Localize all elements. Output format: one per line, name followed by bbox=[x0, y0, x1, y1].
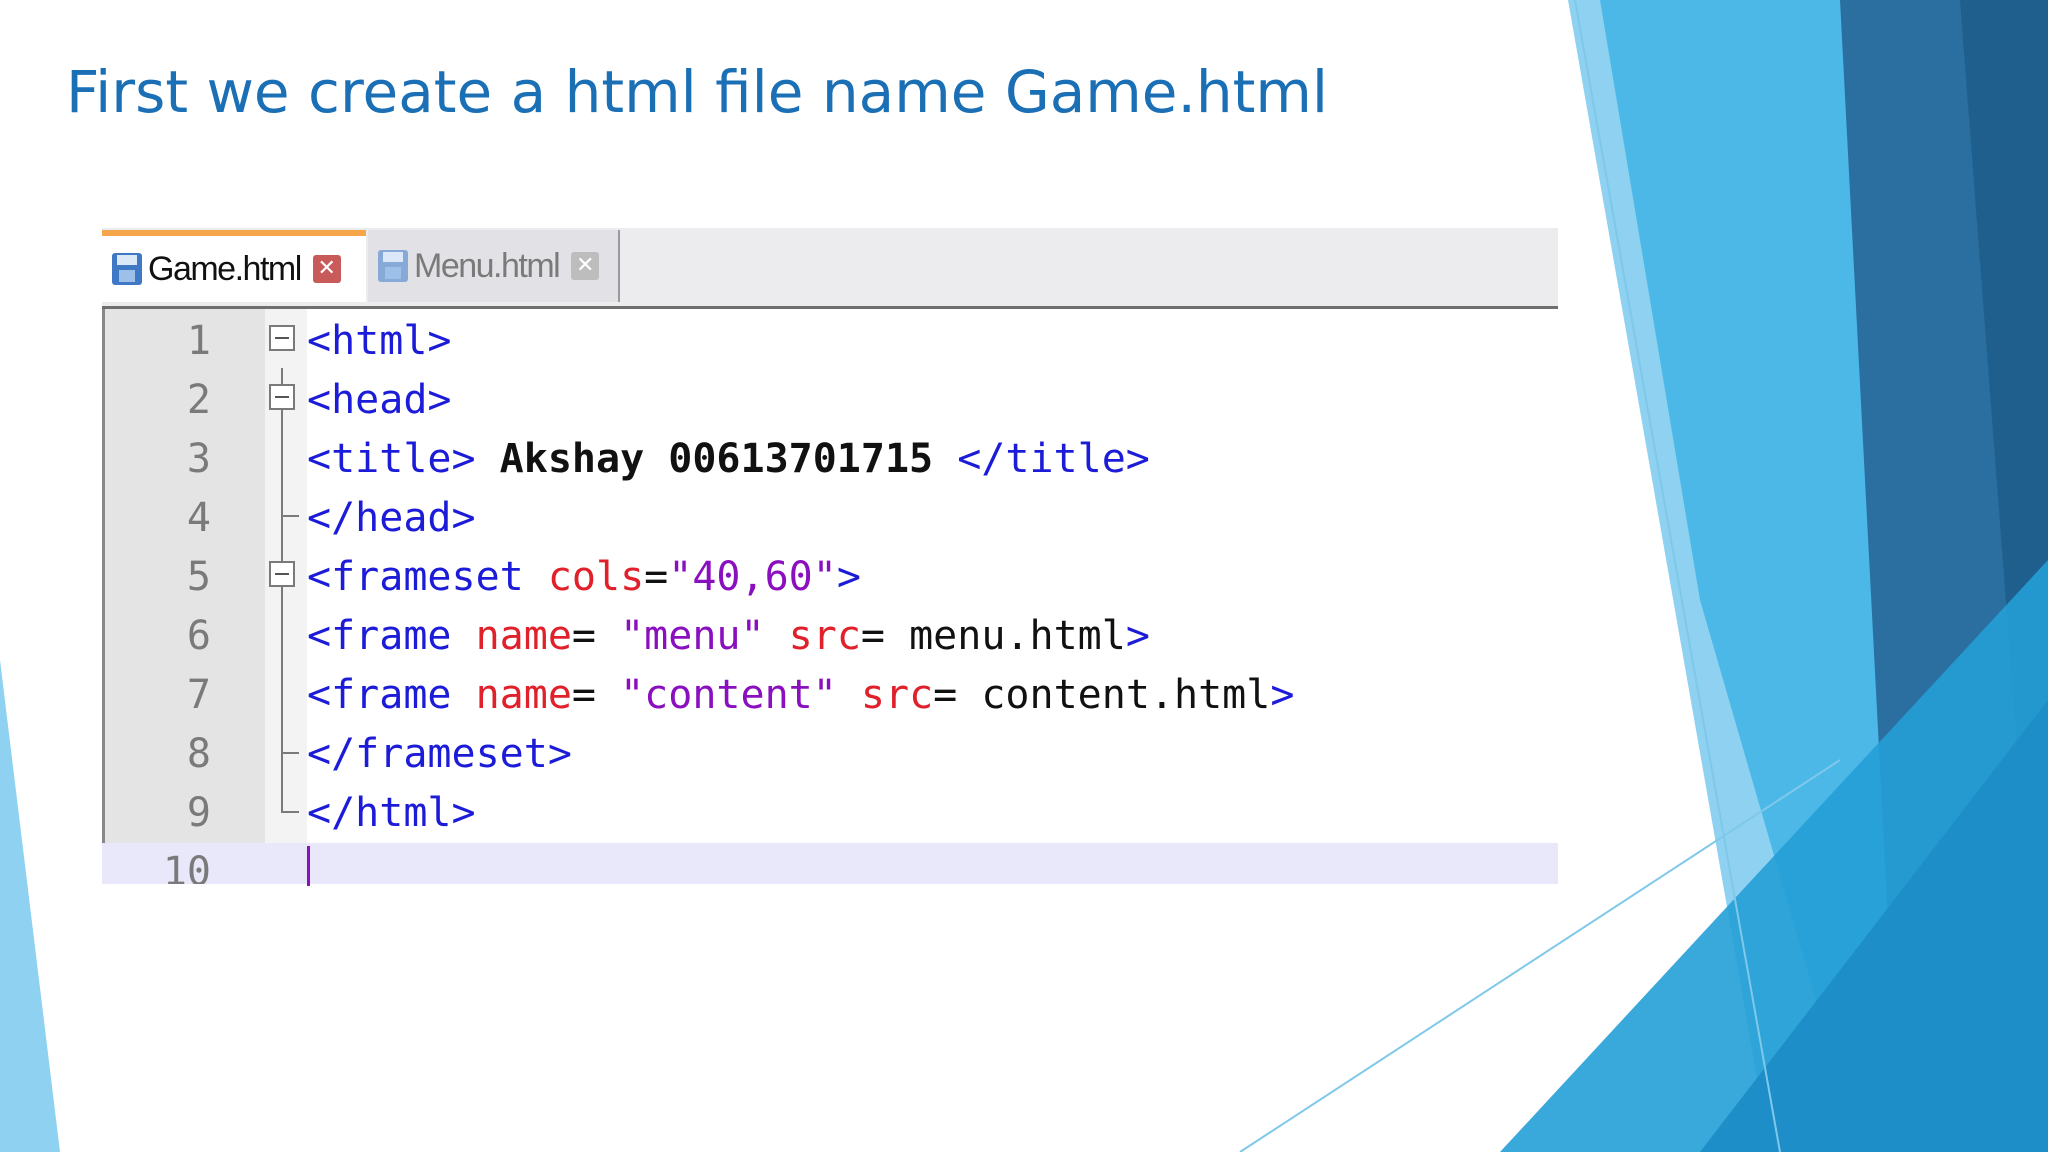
code-token: "content" bbox=[620, 672, 837, 718]
code-text: </frameset> bbox=[307, 725, 572, 784]
line-number: 6 bbox=[186, 613, 211, 659]
fold-end-tick bbox=[281, 515, 299, 517]
line-number: 10 bbox=[162, 849, 211, 884]
code-text: <head> bbox=[307, 371, 452, 430]
text-caret bbox=[307, 846, 310, 886]
tab-game-html[interactable]: Game.html ✕ bbox=[102, 230, 366, 302]
fold-toggle-icon[interactable] bbox=[269, 561, 295, 587]
code-text: <frameset cols="40,60"> bbox=[307, 548, 861, 607]
code-line[interactable]: 10 bbox=[102, 843, 1558, 884]
line-number: 4 bbox=[186, 495, 211, 541]
code-token: </head> bbox=[307, 495, 476, 541]
code-token: </title> bbox=[957, 436, 1150, 482]
fold-guide-line bbox=[281, 748, 283, 812]
code-line[interactable]: 8 </frameset> bbox=[102, 725, 1558, 784]
fold-guide-line bbox=[281, 594, 283, 754]
fold-toggle-icon[interactable] bbox=[269, 325, 295, 351]
slide: First we create a html file name Game.ht… bbox=[0, 0, 2048, 1152]
code-token: cols bbox=[547, 554, 645, 600]
code-token: > bbox=[1125, 613, 1150, 659]
code-token: = bbox=[571, 613, 621, 659]
tab-label: Menu.html bbox=[414, 246, 561, 285]
line-number: 1 bbox=[186, 318, 211, 364]
code-token: > bbox=[836, 554, 861, 600]
code-token: > bbox=[1270, 672, 1295, 718]
code-token: <frame bbox=[307, 613, 476, 659]
code-token: </html> bbox=[307, 790, 476, 836]
code-token: = content.html bbox=[933, 672, 1271, 718]
fold-end-tick bbox=[281, 811, 299, 813]
close-icon[interactable]: ✕ bbox=[571, 252, 600, 280]
line-number: 9 bbox=[186, 790, 211, 836]
deco-shape-left bbox=[0, 660, 60, 1152]
line-number: 7 bbox=[186, 672, 211, 718]
code-token: <frame bbox=[307, 672, 476, 718]
code-token: name bbox=[475, 672, 572, 718]
line-number: 8 bbox=[186, 731, 211, 777]
code-token: Akshay 00613701715 bbox=[475, 436, 958, 482]
code-text: <html> bbox=[307, 312, 452, 371]
code-token: "menu" bbox=[620, 613, 765, 659]
code-line[interactable]: 3 <title> Akshay 00613701715 </title> bbox=[102, 430, 1558, 489]
code-editor-screenshot: Game.html ✕ Menu.html ✕ 1 <html> 2 <head> 3 <… bbox=[102, 228, 1558, 884]
code-line[interactable]: 7 <frame name= "content" src= content.htm… bbox=[102, 666, 1558, 725]
code-text: </html> bbox=[307, 784, 476, 843]
code-text: <frame name= "content" src= content.html… bbox=[307, 666, 1294, 725]
code-token: <title> bbox=[307, 436, 476, 482]
code-token: src bbox=[788, 613, 861, 659]
code-token: = bbox=[571, 672, 621, 718]
code-token: </frameset> bbox=[307, 731, 572, 777]
save-icon bbox=[112, 253, 142, 285]
line-number: 5 bbox=[186, 554, 211, 600]
tab-bar: Game.html ✕ Menu.html ✕ bbox=[102, 228, 1558, 309]
code-token: <head> bbox=[307, 377, 452, 423]
code-line[interactable]: 4 </head> bbox=[102, 489, 1558, 548]
save-icon bbox=[378, 250, 408, 282]
code-text: <title> Akshay 00613701715 </title> bbox=[307, 430, 1150, 489]
code-token: <html> bbox=[307, 318, 452, 364]
code-line[interactable]: 2 <head> bbox=[102, 371, 1558, 430]
fold-toggle-icon[interactable] bbox=[269, 384, 295, 410]
slide-title: First we create a html file name Game.ht… bbox=[66, 58, 1329, 126]
fold-end-tick bbox=[281, 752, 299, 754]
line-number: 3 bbox=[186, 436, 211, 482]
code-token: name bbox=[475, 613, 572, 659]
line-number: 2 bbox=[186, 377, 211, 423]
code-token: = menu.html bbox=[860, 613, 1126, 659]
code-text: <frame name= "menu" src= menu.html> bbox=[307, 607, 1150, 666]
code-line[interactable]: 1 <html> bbox=[102, 312, 1558, 371]
close-icon[interactable]: ✕ bbox=[312, 255, 341, 283]
tab-menu-html[interactable]: Menu.html ✕ bbox=[368, 230, 620, 302]
tab-label: Game.html bbox=[148, 249, 302, 288]
code-line[interactable]: 6 <frame name= "menu" src= menu.html> bbox=[102, 607, 1558, 666]
code-line[interactable]: 9 </html> bbox=[102, 784, 1558, 843]
code-token: src bbox=[860, 672, 934, 718]
code-token: "40,60" bbox=[668, 554, 837, 600]
code-token: <frameset bbox=[307, 554, 548, 600]
code-line[interactable]: 5 <frameset cols="40,60"> bbox=[102, 548, 1558, 607]
code-text: </head> bbox=[307, 489, 476, 548]
code-token: = bbox=[644, 554, 669, 600]
